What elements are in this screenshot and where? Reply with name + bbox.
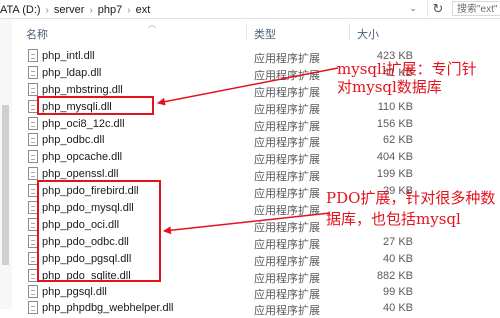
pdo-annotation-line-1: PDO扩展，针对很多种数	[326, 189, 496, 207]
file-type: 应用程序扩展	[254, 239, 320, 251]
pdo-annotation-line-2: 据库，也包括mysql	[326, 210, 461, 228]
column-header-size[interactable]: 大小	[357, 26, 379, 42]
file-name: php_opcache.dll	[42, 151, 123, 163]
column-header-name[interactable]: 名称	[26, 26, 48, 42]
file-name: php_pgsql.dll	[42, 286, 107, 298]
dll-file-icon	[28, 301, 38, 314]
dll-file-icon	[28, 133, 38, 146]
file-type: 应用程序扩展	[254, 137, 320, 149]
navigation-pane-edge	[0, 19, 12, 309]
dll-file-icon	[28, 167, 38, 180]
dll-file-icon	[28, 117, 38, 130]
breadcrumb-server[interactable]: server	[54, 4, 85, 16]
scrollbar-thumb[interactable]	[2, 105, 9, 265]
file-type: 应用程序扩展	[254, 70, 320, 82]
chevron-right-icon[interactable]: ›	[89, 5, 92, 16]
mysqli-highlight-box	[37, 96, 154, 115]
file-size: 404 KB	[376, 151, 413, 163]
file-size: 40 KB	[383, 302, 413, 314]
file-size: 99 KB	[383, 286, 413, 298]
file-type: 应用程序扩展	[254, 53, 320, 65]
file-name: php_ldap.dll	[42, 67, 102, 79]
file-row[interactable]: php_oci8_12c.dll 应用程序扩展 156 KB	[12, 116, 500, 133]
file-size: 40 KB	[383, 253, 413, 265]
breadcrumb-drive[interactable]: ATA (D:)	[0, 4, 41, 16]
column-divider[interactable]	[246, 23, 247, 40]
chevron-right-icon[interactable]: ›	[127, 5, 130, 16]
file-size: 27 KB	[383, 236, 413, 248]
file-type: 应用程序扩展	[254, 87, 320, 99]
dll-file-icon	[28, 285, 38, 298]
file-size: 199 KB	[376, 168, 413, 180]
dll-file-icon	[28, 83, 38, 96]
breadcrumb-php7[interactable]: php7	[98, 4, 122, 16]
file-size: 882 KB	[376, 270, 413, 282]
breadcrumb: ATA (D:) › server › php7 › ext	[0, 3, 150, 17]
file-type: 应用程序扩展	[254, 154, 320, 166]
dll-file-icon	[28, 49, 38, 62]
chevron-right-icon[interactable]: ›	[46, 5, 49, 16]
search-input[interactable]: 搜索"ext"	[452, 1, 500, 16]
file-type: 应用程序扩展	[254, 222, 320, 234]
file-row[interactable]: php_pgsql.dll 应用程序扩展 99 KB	[12, 284, 500, 301]
pdo-highlight-box	[37, 180, 161, 282]
file-name: php_mbstring.dll	[42, 84, 123, 96]
file-row[interactable]: php_odbc.dll 应用程序扩展 62 KB	[12, 132, 500, 149]
address-bar[interactable]: ATA (D:) › server › php7 › ext ⌄ ↻ 搜索"ex…	[0, 0, 500, 19]
breadcrumb-ext[interactable]: ext	[136, 4, 151, 16]
file-name: php_phpdbg_webhelper.dll	[42, 302, 174, 314]
file-type: 应用程序扩展	[254, 205, 320, 217]
dll-file-icon	[28, 150, 38, 163]
file-type: 应用程序扩展	[254, 305, 320, 317]
file-row[interactable]: php_opcache.dll 应用程序扩展 404 KB	[12, 149, 500, 166]
sort-ascending-icon: ︿	[148, 20, 156, 29]
column-divider[interactable]	[349, 23, 350, 40]
file-size: 156 KB	[376, 118, 413, 130]
file-type: 应用程序扩展	[254, 171, 320, 183]
file-type: 应用程序扩展	[254, 104, 320, 116]
file-name: php_openssl.dll	[42, 168, 119, 180]
column-header: ︿ 名称 类型 大小	[12, 19, 500, 42]
file-size: 110 KB	[377, 101, 413, 113]
dll-file-icon	[28, 66, 38, 79]
file-name: php_oci8_12c.dll	[42, 118, 125, 130]
mysqli-annotation-line-1: mysqli扩展：专门针	[337, 60, 477, 78]
file-size: 62 KB	[383, 134, 413, 146]
refresh-icon[interactable]: ↻	[427, 1, 448, 17]
column-header-type[interactable]: 类型	[254, 26, 276, 42]
file-name: php_intl.dll	[42, 50, 95, 62]
file-type: 应用程序扩展	[254, 188, 320, 200]
file-type: 应用程序扩展	[254, 256, 320, 268]
mysqli-annotation-line-2: 对mysql数据库	[337, 78, 442, 96]
address-history-dropdown-icon[interactable]: ⌄	[407, 3, 419, 14]
file-name: php_odbc.dll	[42, 134, 105, 146]
